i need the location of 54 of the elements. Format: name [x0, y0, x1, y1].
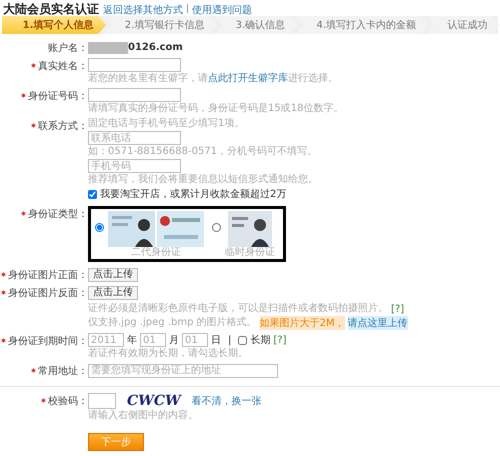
upload-button[interactable]: 点击上传	[88, 286, 138, 300]
hint-text: 证件必须是清晰彩色原件电子版，可以是扫描件或者数码拍摄照片。	[88, 303, 388, 315]
checkbox-label: 长期	[250, 334, 270, 347]
field-label: 身份证图片反面：	[8, 286, 88, 300]
hint-text: 如：0571-88156688-0571，分机号码可不填写。	[88, 146, 318, 158]
field-label: 账户名：	[48, 42, 88, 54]
hint-text: 若您的姓名里有生僻字，请点此打开生僻字库进行选择。	[88, 73, 338, 85]
help-link[interactable]: [?]	[273, 334, 286, 346]
captcha-field[interactable]	[88, 393, 116, 409]
field-label: 身份证图片正面：	[8, 268, 88, 282]
unit-label: 年	[127, 334, 137, 347]
checkbox-label: 我要淘宝开店，或累计月收款金额超过2万	[100, 188, 286, 201]
option-caption: 二代身份证	[131, 247, 181, 258]
radio-button[interactable]	[212, 223, 221, 232]
field-label: 校验码：	[48, 394, 88, 408]
phone-field[interactable]: 联系电话	[88, 131, 181, 145]
year-field[interactable]: 2011	[88, 333, 124, 347]
field-label: 身份证类型：	[28, 208, 88, 220]
field-label: 真实姓名：	[38, 60, 88, 72]
option-caption: 临时身份证	[225, 247, 275, 258]
month-field[interactable]: 01	[140, 333, 166, 347]
upload-link[interactable]: 请点这里上传	[348, 316, 408, 330]
hint-text: 若证件有效期为长期，请勾选长期。	[88, 348, 249, 360]
address-field[interactable]: 需要您填写现身份证上的地址	[88, 364, 278, 378]
day-field[interactable]: 01	[182, 333, 208, 347]
help-link[interactable]: [?]	[391, 304, 404, 314]
hint-text: 仅支持.jpg .jpeg .bmp 的图片格式。	[88, 317, 257, 329]
unit-label: 日	[211, 334, 221, 347]
redaction-bar	[88, 42, 128, 54]
separator: |	[228, 334, 232, 346]
warning-text: 如果图片大于2M，	[260, 316, 345, 330]
checkbox[interactable]	[88, 190, 97, 198]
unit-label: 月	[169, 334, 179, 347]
captcha-text: CWCW	[127, 393, 181, 409]
field-label: 联系方式：	[38, 120, 88, 132]
checkbox[interactable]	[238, 336, 248, 344]
field-label: 身份证到期时间：	[8, 334, 88, 348]
field-label: 常用地址：	[38, 364, 88, 378]
upload-button[interactable]: 点击上传	[88, 268, 138, 282]
header-link[interactable]: 返回选择其他方式	[103, 3, 183, 17]
account-value: 0126.com	[128, 42, 183, 53]
input-field[interactable]	[88, 88, 181, 102]
refresh-link[interactable]: 看不清，换一张	[192, 394, 262, 408]
header-link[interactable]: 使用遇到问题	[192, 3, 252, 17]
hint-text: 推荐填写，我们会将重要信息以短信形式通知给您。	[88, 174, 318, 186]
input-field[interactable]	[88, 58, 181, 72]
hint-text: 固定电话与手机号码至少填写1项。	[88, 118, 246, 130]
field-label: 身份证号码：	[28, 90, 88, 102]
rare-char-link[interactable]: 点此打开生僻字库	[208, 73, 288, 84]
mobile-field[interactable]: 手机号码	[88, 159, 181, 173]
page-title: 大陆会员实名认证	[3, 1, 99, 18]
radio-button[interactable]	[95, 223, 104, 232]
hint-text: 请输入右侧图中的内容。	[88, 410, 199, 422]
hint-text: 请填写真实的身份证号码，身份证号码是15或18位数字。	[88, 103, 344, 115]
